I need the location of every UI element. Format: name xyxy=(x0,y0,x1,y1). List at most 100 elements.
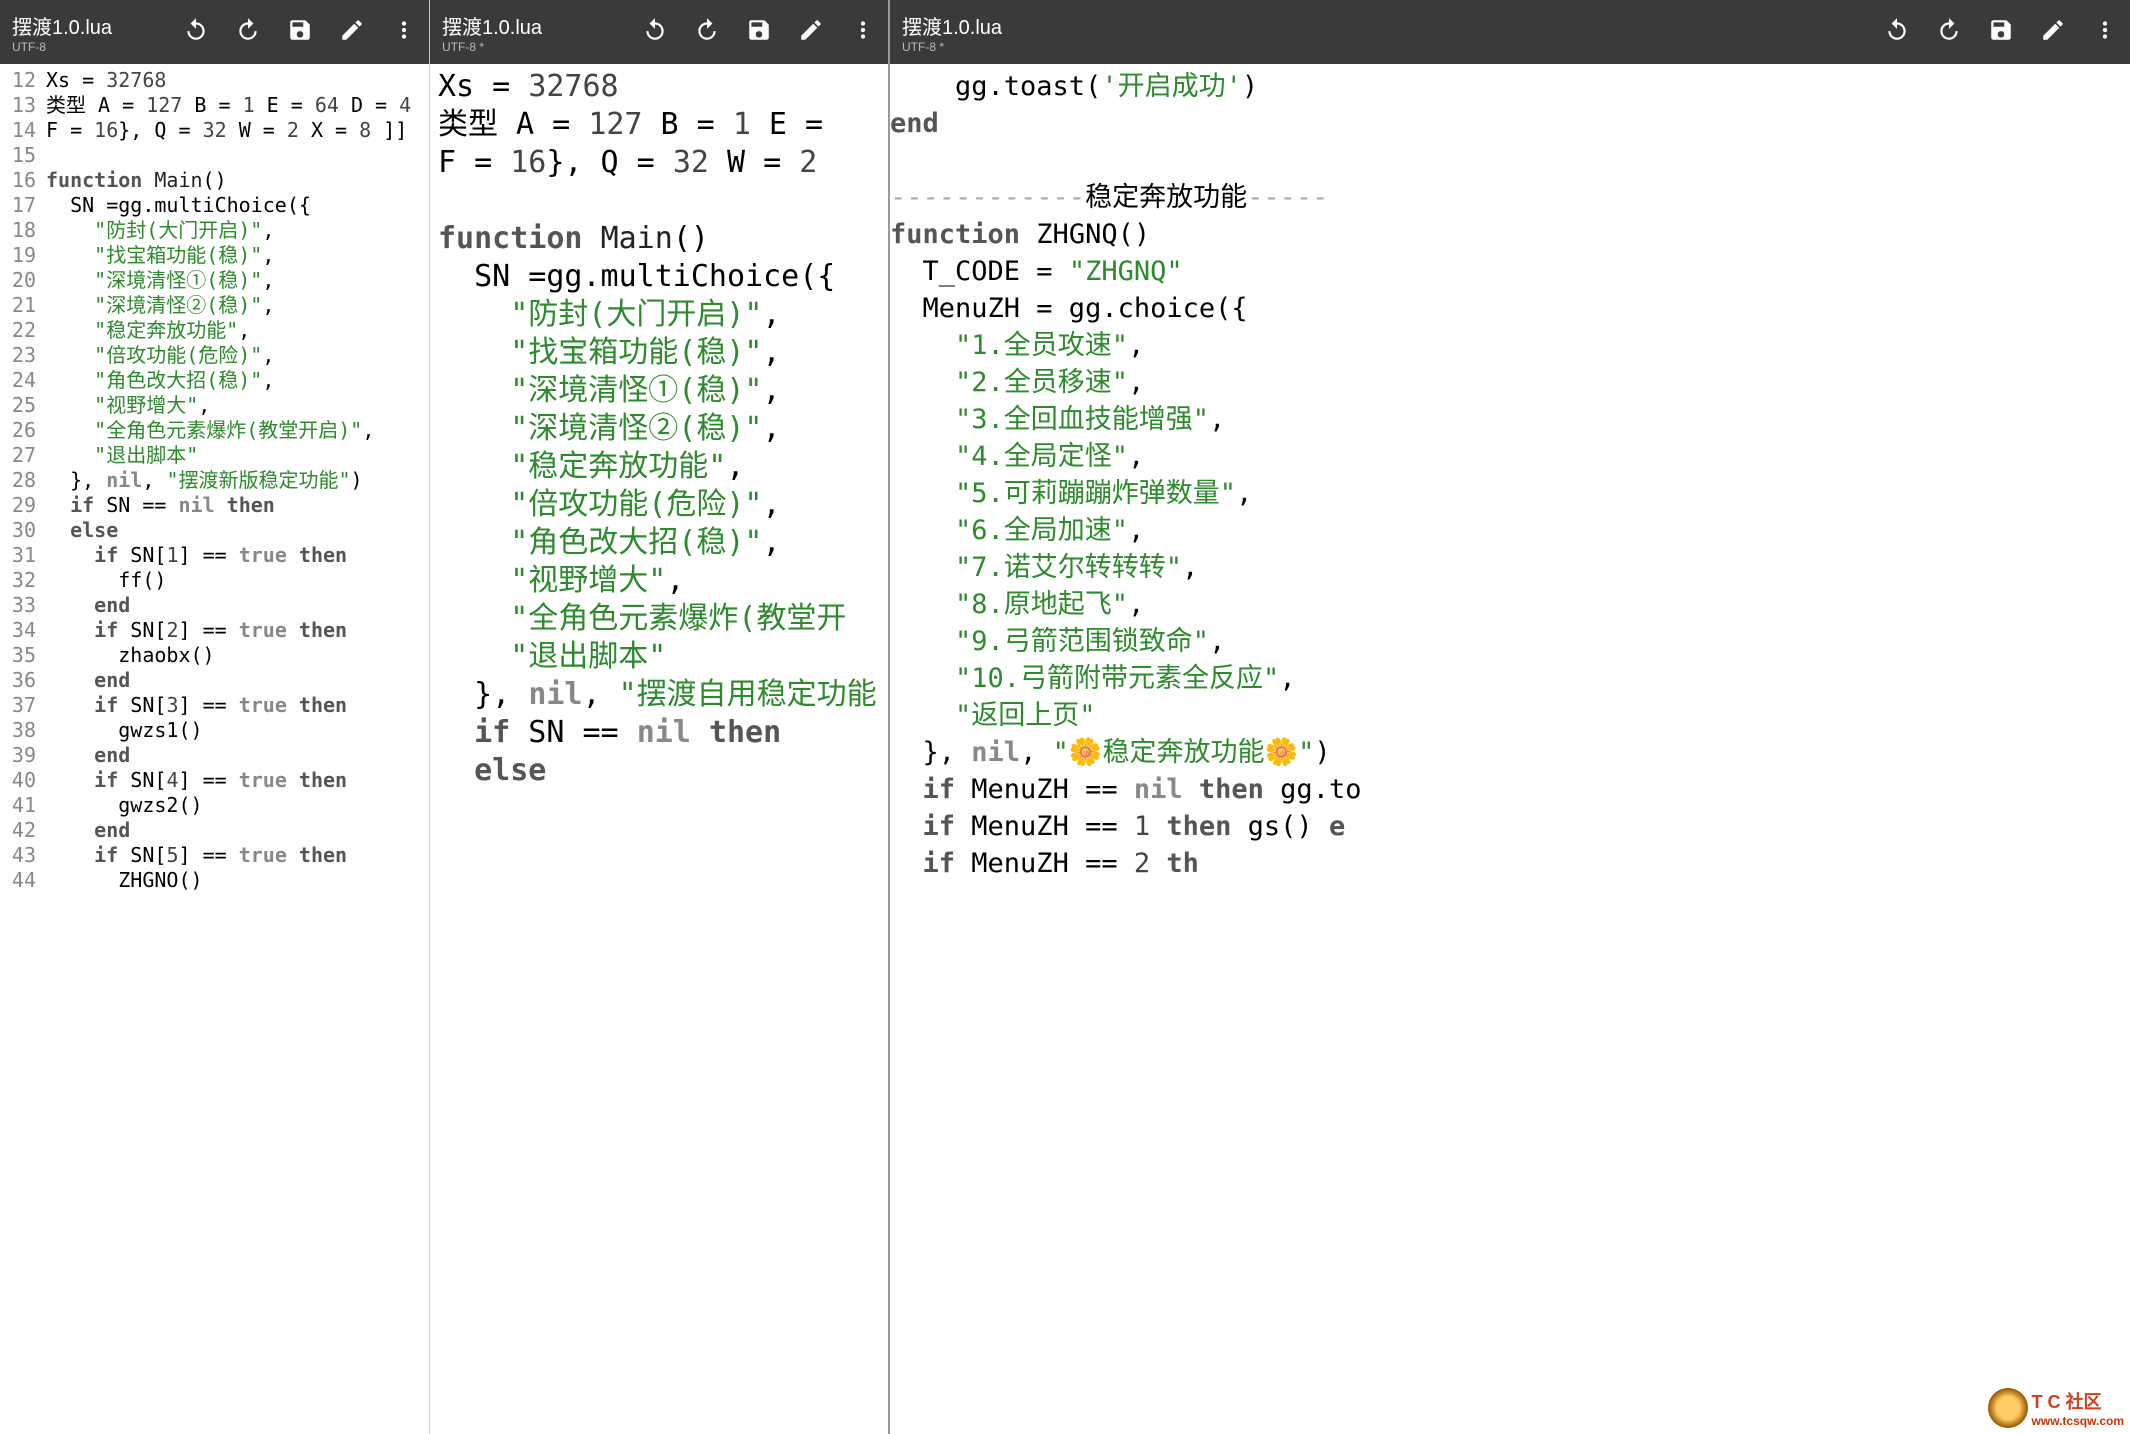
code-line[interactable]: 36 end xyxy=(0,668,429,693)
code-line[interactable]: F = 16}, Q = 32 W = 2 xyxy=(430,144,888,182)
code-line[interactable]: 44 ZHGNO() xyxy=(0,868,429,893)
code-line[interactable]: 31 if SN[1] == true then xyxy=(0,543,429,568)
code-line[interactable]: 33 end xyxy=(0,593,429,618)
code-line[interactable]: 34 if SN[2] == true then xyxy=(0,618,429,643)
code-line[interactable]: 32 ff() xyxy=(0,568,429,593)
code-line[interactable]: 27 "退出脚本" xyxy=(0,443,429,468)
more-icon[interactable] xyxy=(850,17,876,48)
code-line[interactable]: function ZHGNQ() xyxy=(890,216,2130,253)
code-line[interactable]: 41 gwzs2() xyxy=(0,793,429,818)
code-line[interactable]: 40 if SN[4] == true then xyxy=(0,768,429,793)
code-line[interactable]: "2.全员移速", xyxy=(890,364,2130,401)
code-line[interactable]: MenuZH = gg.choice({ xyxy=(890,290,2130,327)
code-line[interactable]: 16function Main() xyxy=(0,168,429,193)
undo-icon[interactable] xyxy=(1884,17,1910,48)
undo-icon[interactable] xyxy=(183,17,209,48)
code-line[interactable]: "返回上页" xyxy=(890,697,2130,734)
code-line[interactable]: if MenuZH == 2 th xyxy=(890,845,2130,882)
code-line[interactable]: "全角色元素爆炸(教堂开 xyxy=(430,600,888,638)
save-icon[interactable] xyxy=(287,17,313,48)
code-line[interactable]: 42 end xyxy=(0,818,429,843)
code-text: SN =gg.multiChoice({ xyxy=(46,193,429,218)
code-line[interactable]: 26 "全角色元素爆炸(教堂开启)", xyxy=(0,418,429,443)
edit-icon[interactable] xyxy=(798,17,824,48)
code-line[interactable]: "找宝箱功能(稳)", xyxy=(430,334,888,372)
code-line[interactable]: "倍攻功能(危险)", xyxy=(430,486,888,524)
code-line[interactable]: 18 "防封(大门开启)", xyxy=(0,218,429,243)
code-line[interactable]: "3.全回血技能增强", xyxy=(890,401,2130,438)
code-line[interactable]: 23 "倍攻功能(危险)", xyxy=(0,343,429,368)
more-icon[interactable] xyxy=(391,17,417,48)
line-number: 24 xyxy=(0,368,46,393)
code-text: if SN[4] == true then xyxy=(46,768,429,793)
redo-icon[interactable] xyxy=(694,17,720,48)
edit-icon[interactable] xyxy=(2040,17,2066,48)
code-line[interactable]: 15 xyxy=(0,143,429,168)
save-icon[interactable] xyxy=(746,17,772,48)
redo-icon[interactable] xyxy=(235,17,261,48)
code-line[interactable]: 29 if SN == nil then xyxy=(0,493,429,518)
code-line[interactable] xyxy=(890,142,2130,179)
undo-icon[interactable] xyxy=(642,17,668,48)
code-line[interactable]: gg.toast('开启成功') xyxy=(890,68,2130,105)
code-line[interactable]: "10.弓箭附带元素全反应", xyxy=(890,660,2130,697)
code-line[interactable]: 19 "找宝箱功能(稳)", xyxy=(0,243,429,268)
code-line[interactable]: 14F = 16}, Q = 32 W = 2 X = 8 ]] xyxy=(0,118,429,143)
code-line[interactable]: "7.诺艾尔转转转", xyxy=(890,549,2130,586)
code-line[interactable]: "8.原地起飞", xyxy=(890,586,2130,623)
code-line[interactable]: "深境清怪②(稳)", xyxy=(430,410,888,448)
code-line[interactable]: }, nil, "摆渡自用稳定功能 xyxy=(430,676,888,714)
code-line[interactable]: if MenuZH == 1 then gs() e xyxy=(890,808,2130,845)
code-line[interactable]: 43 if SN[5] == true then xyxy=(0,843,429,868)
code-line[interactable]: 12Xs = 32768 xyxy=(0,68,429,93)
line-number: 23 xyxy=(0,343,46,368)
code-line[interactable]: 25 "视野增大", xyxy=(0,393,429,418)
more-icon[interactable] xyxy=(2092,17,2118,48)
code-line[interactable]: 21 "深境清怪②(稳)", xyxy=(0,293,429,318)
code-line[interactable]: ------------稳定奔放功能----- xyxy=(890,179,2130,216)
redo-icon[interactable] xyxy=(1936,17,1962,48)
code-line[interactable]: 24 "角色改大招(稳)", xyxy=(0,368,429,393)
code-line[interactable]: "稳定奔放功能", xyxy=(430,448,888,486)
code-line[interactable]: function Main() xyxy=(430,220,888,258)
code-line[interactable]: if MenuZH == nil then gg.to xyxy=(890,771,2130,808)
code-line[interactable]: 37 if SN[3] == true then xyxy=(0,693,429,718)
code-line[interactable]: "4.全局定怪", xyxy=(890,438,2130,475)
code-line[interactable] xyxy=(430,182,888,220)
code-line[interactable]: else xyxy=(430,752,888,790)
code-line[interactable]: 22 "稳定奔放功能", xyxy=(0,318,429,343)
code-line[interactable]: 28 }, nil, "摆渡新版稳定功能") xyxy=(0,468,429,493)
code-line[interactable]: 38 gwzs1() xyxy=(0,718,429,743)
code-editor-2[interactable]: Xs = 32768类型 A = 127 B = 1 E =F = 16}, Q… xyxy=(430,64,888,1434)
code-line[interactable]: if SN == nil then xyxy=(430,714,888,752)
code-line[interactable]: end xyxy=(890,105,2130,142)
code-line[interactable]: "深境清怪①(稳)", xyxy=(430,372,888,410)
code-line[interactable]: "9.弓箭范围锁致命", xyxy=(890,623,2130,660)
code-line[interactable]: SN =gg.multiChoice({ xyxy=(430,258,888,296)
code-line[interactable]: "视野增大", xyxy=(430,562,888,600)
code-editor-3[interactable]: gg.toast('开启成功')end ------------稳定奔放功能--… xyxy=(890,64,2130,1434)
edit-icon[interactable] xyxy=(339,17,365,48)
code-line[interactable]: "防封(大门开启)", xyxy=(430,296,888,334)
code-line[interactable]: "角色改大招(稳)", xyxy=(430,524,888,562)
code-text: "防封(大门开启)", xyxy=(438,296,888,334)
code-line[interactable]: 35 zhaobx() xyxy=(0,643,429,668)
code-line[interactable]: T_CODE = "ZHGNQ" xyxy=(890,253,2130,290)
save-icon[interactable] xyxy=(1988,17,2014,48)
code-line[interactable]: 20 "深境清怪①(稳)", xyxy=(0,268,429,293)
code-editor-1[interactable]: 12Xs = 3276813类型 A = 127 B = 1 E = 64 D … xyxy=(0,64,429,1434)
code-text: "角色改大招(稳)", xyxy=(46,368,429,393)
watermark: T C 社区 www.tcsqw.com xyxy=(1988,1388,2124,1428)
code-line[interactable]: 39 end xyxy=(0,743,429,768)
code-line[interactable]: "1.全员攻速", xyxy=(890,327,2130,364)
code-line[interactable]: }, nil, "🌼稳定奔放功能🌼") xyxy=(890,734,2130,771)
code-line[interactable]: Xs = 32768 xyxy=(430,68,888,106)
code-line[interactable]: 30 else xyxy=(0,518,429,543)
code-line[interactable]: 类型 A = 127 B = 1 E = xyxy=(430,106,888,144)
code-text: zhaobx() xyxy=(46,643,429,668)
code-line[interactable]: "6.全局加速", xyxy=(890,512,2130,549)
code-line[interactable]: "退出脚本" xyxy=(430,638,888,676)
code-line[interactable]: 13类型 A = 127 B = 1 E = 64 D = 4 xyxy=(0,93,429,118)
code-line[interactable]: "5.可莉蹦蹦炸弹数量", xyxy=(890,475,2130,512)
code-line[interactable]: 17 SN =gg.multiChoice({ xyxy=(0,193,429,218)
